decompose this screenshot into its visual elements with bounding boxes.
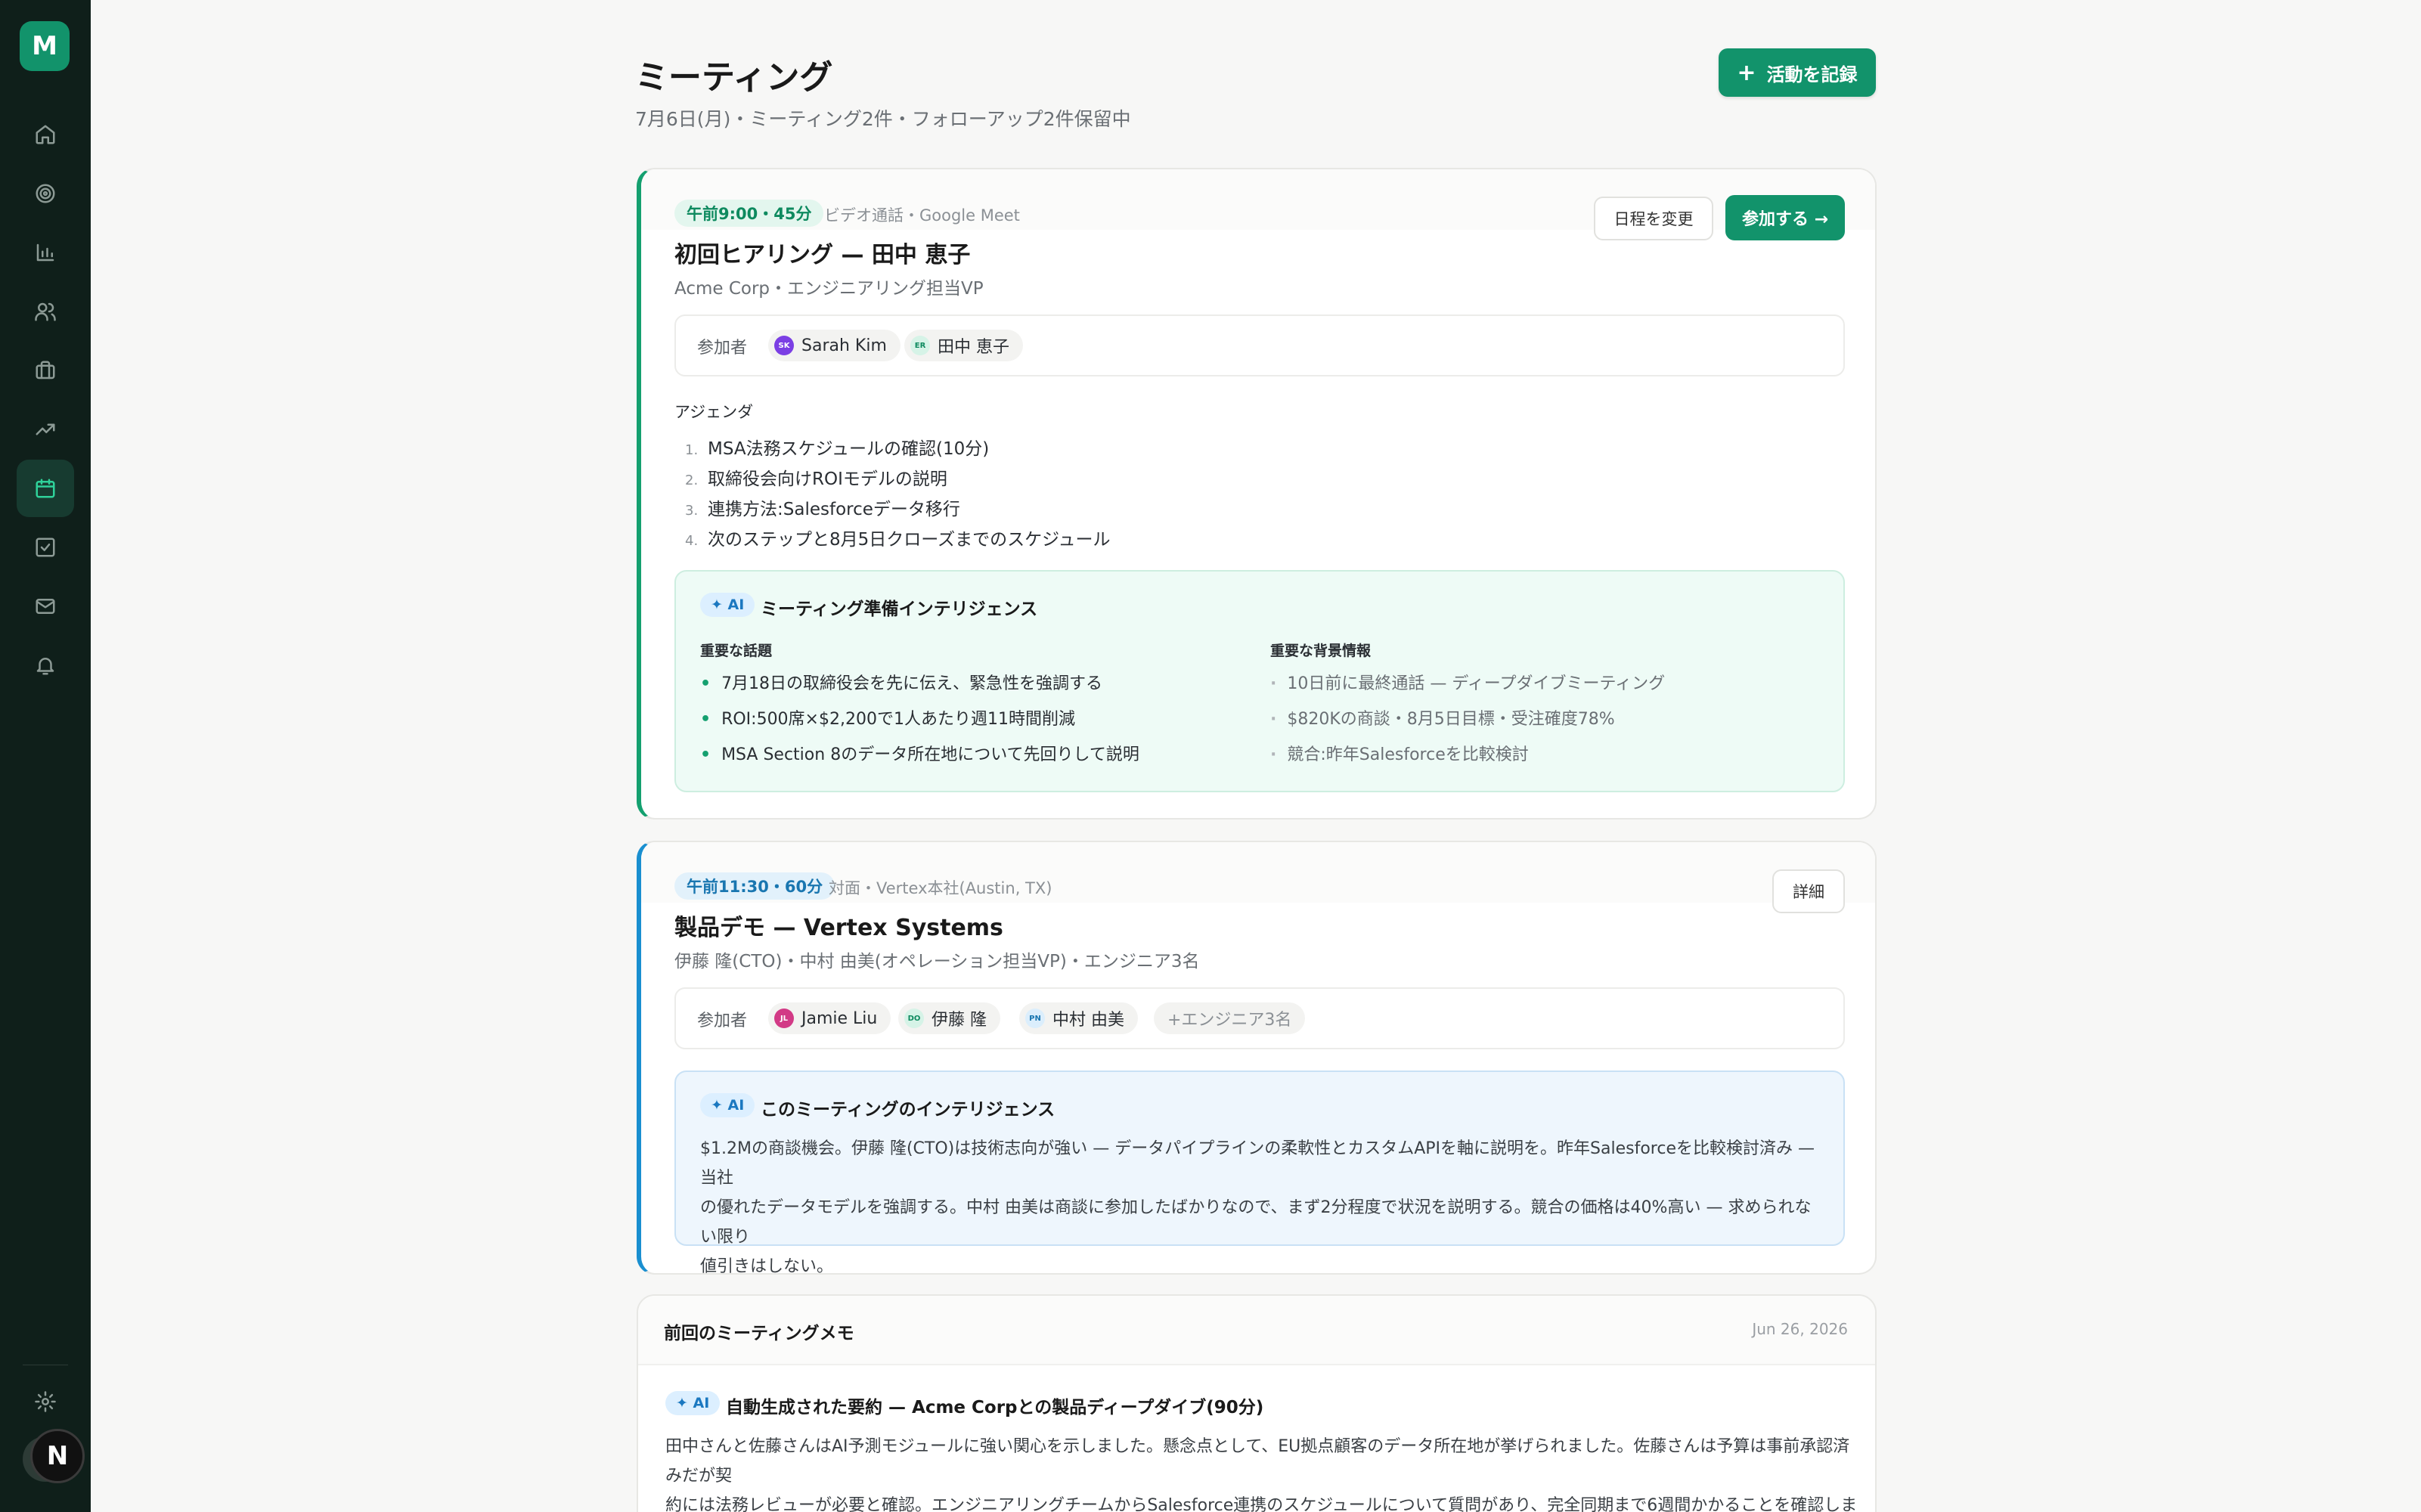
page-title: ミーティング (635, 58, 833, 97)
ai-intel-text: $1.2Mの商談機会。伊藤 隆(CTO)は技術志向が強い — データパイプライン… (700, 1139, 1815, 1275)
notes-header: 前回のミーティングメモ Jun 26, 2026 (638, 1296, 1875, 1365)
meeting-card-1: 午前9:00・45分 ビデオ通話・Google Meet 初回ヒアリング — 田… (637, 168, 1877, 820)
attendee-chip[interactable]: SK Sarah Kim (768, 330, 901, 361)
ai-intel-panel: ✦ AI このミーティングのインテリジェンス $1.2Mの商談機会。伊藤 隆(C… (674, 1070, 1845, 1273)
agenda-text: 取締役会向けROIモデルの説明 (708, 469, 947, 489)
sidebar-item-notifications[interactable] (17, 637, 74, 694)
users-icon (35, 302, 56, 321)
page-subtitle: 7月6日(月)・ミーティング2件・フォローアップ2件保留中 (635, 108, 1131, 130)
previous-notes-card: 前回のミーティングメモ Jun 26, 2026 ✦ AI 自動生成された要約 … (637, 1294, 1877, 1512)
agenda-number: 2. (685, 472, 699, 488)
attendee-chip[interactable]: DO 伊藤 隆 (898, 1002, 1000, 1034)
sidebar-item-meetings[interactable] (17, 460, 74, 517)
meeting-subtitle: Acme Corp・エンジニアリング担当VP (674, 279, 984, 299)
sidebar-item-forecast[interactable] (17, 401, 74, 458)
ai-badge: ✦ AI (665, 1391, 721, 1415)
plus-icon: + (1737, 59, 1756, 86)
sidebar-item-reports[interactable] (17, 224, 74, 281)
sidebar-item-tasks[interactable] (17, 519, 74, 576)
attendee-name: Sarah Kim (801, 336, 887, 355)
attendee-name: Jamie Liu (801, 1009, 878, 1028)
meeting-location: ビデオ通話・Google Meet (824, 206, 1020, 225)
checkbox-icon (36, 538, 55, 557)
attendee-name: 伊藤 隆 (932, 1011, 987, 1030)
user-avatar[interactable]: N (30, 1429, 85, 1483)
sidebar-item-settings[interactable] (17, 1373, 74, 1430)
sidebar: M N (0, 0, 91, 1512)
agenda-item: 1. MSA法務スケジュールの確認(10分) (685, 434, 989, 460)
reschedule-button[interactable]: 日程を変更 (1594, 197, 1713, 240)
home-icon (36, 125, 55, 144)
topic-item: • ROI:500席×$2,200で1人あたり週11時間削減 (700, 710, 1075, 729)
agenda-text: 次のステップと8月5日クローズまでのスケジュール (708, 530, 1111, 550)
meeting-card-2: 午前11:30・60分 対面・Vertex本社(Austin, TX) 製品デモ… (637, 841, 1877, 1275)
agenda-number: 3. (685, 503, 699, 519)
ai-panel-title: ミーティング準備インテリジェンス (761, 600, 1038, 619)
sidebar-item-home[interactable] (17, 106, 74, 163)
gear-icon (35, 1391, 56, 1412)
trending-up-icon (36, 423, 55, 435)
attendee-avatar: SK (774, 336, 794, 355)
meeting-location: 対面・Vertex本社(Austin, TX) (829, 879, 1052, 897)
agenda-text: 連携方法:Salesforceデータ移行 (708, 500, 960, 519)
agenda-item: 2. 取締役会向けROIモデルの説明 (685, 464, 947, 490)
notes-date: Jun 26, 2026 (1752, 1320, 1848, 1338)
meeting-title: 製品デモ — Vertex Systems (674, 915, 1003, 941)
log-activity-button[interactable]: + 活動を記録 (1719, 48, 1876, 97)
meeting-time-badge: 午前11:30・60分 (674, 872, 835, 900)
sidebar-item-mail[interactable] (17, 578, 74, 635)
agenda-text: MSA法務スケジュールの確認(10分) (708, 439, 990, 459)
attendee-chip[interactable]: PN 中村 由美 (1019, 1002, 1138, 1034)
attendee-chip[interactable]: JL Jamie Liu (768, 1002, 891, 1034)
attendees-label: 参加者 (697, 1012, 748, 1030)
summary-title: 自動生成された要約 — Acme Corpとの製品ディープダイブ(90分) (726, 1398, 1264, 1418)
attendees-label: 参加者 (697, 339, 748, 358)
agenda-number: 1. (685, 442, 699, 458)
attendees-row: 参加者 SK Sarah Kim ER 田中 恵子 (674, 314, 1845, 376)
sidebar-item-deals[interactable] (17, 342, 74, 399)
topics-heading: 重要な話題 (700, 643, 773, 659)
attendee-avatar: ER (910, 336, 930, 355)
details-button[interactable]: 詳細 (1772, 869, 1845, 913)
context-item: · 競合:昨年Salesforceを比較検討 (1270, 745, 1529, 764)
topic-item: • 7月18日の取締役会を先に伝え、緊急性を強調する (700, 674, 1103, 693)
log-activity-label: 活動を記録 (1766, 64, 1858, 85)
context-item: · 10日前に最終通話 — ディープダイブミーティング (1270, 674, 1666, 693)
meeting-title: 初回ヒアリング — 田中 恵子 (674, 242, 971, 268)
attendee-name: 田中 恵子 (938, 338, 1009, 357)
join-button[interactable]: 参加する → (1725, 195, 1845, 240)
more-attendees-chip[interactable]: +エンジニア3名 (1154, 1002, 1306, 1034)
attendee-chip[interactable]: ER 田中 恵子 (904, 330, 1023, 361)
meeting-time-badge: 午前9:00・45分 (674, 200, 824, 227)
attendee-avatar: JL (774, 1009, 794, 1028)
attendee-avatar: DO (904, 1009, 924, 1028)
agenda-item: 3. 連携方法:Salesforceデータ移行 (685, 494, 960, 520)
briefcase-icon (36, 361, 55, 380)
ai-prep-panel: ✦ AI ミーティング準備インテリジェンス 重要な話題 • 7月18日の取締役会を… (674, 570, 1845, 792)
attendee-name: 中村 由美 (1052, 1011, 1124, 1030)
bar-chart-icon (36, 243, 54, 262)
agenda-item: 4. 次のステップと8月5日クローズまでのスケジュール (685, 525, 1111, 550)
context-heading: 重要な背景情報 (1270, 643, 1372, 659)
bell-icon (36, 658, 54, 675)
ai-badge: ✦ AI (700, 593, 755, 617)
context-item: · $820Kの商談・8月5日目標・受注確度78% (1270, 710, 1615, 729)
ai-badge: ✦ AI (700, 1093, 755, 1117)
sidebar-item-goals[interactable] (17, 165, 74, 222)
notes-title: 前回のミーティングメモ (664, 1324, 854, 1343)
agenda-number: 4. (685, 533, 699, 549)
mail-icon (36, 599, 55, 614)
calendar-icon (36, 479, 55, 498)
sidebar-item-contacts[interactable] (17, 283, 74, 340)
meeting-subtitle: 伊藤 隆(CTO)・中村 由美(オペレーション担当VP)・エンジニア3名 (674, 952, 1200, 971)
target-icon (36, 184, 55, 203)
attendees-row: 参加者 JL Jamie Liu DO 伊藤 隆 PN 中村 由美 +エンジニア… (674, 987, 1845, 1049)
ai-panel-title: このミーティングのインテリジェンス (761, 1100, 1056, 1120)
attendee-avatar: PN (1025, 1009, 1045, 1028)
agenda-label: アジェンダ (674, 403, 754, 421)
topic-item: • MSA Section 8のデータ所在地について先回りして説明 (700, 745, 1139, 764)
app-logo[interactable]: M (20, 21, 70, 71)
summary-text: 田中さんと佐藤さんはAI予測モジュールに強い関心を示しました。懸念点として、EU… (665, 1437, 1858, 1512)
